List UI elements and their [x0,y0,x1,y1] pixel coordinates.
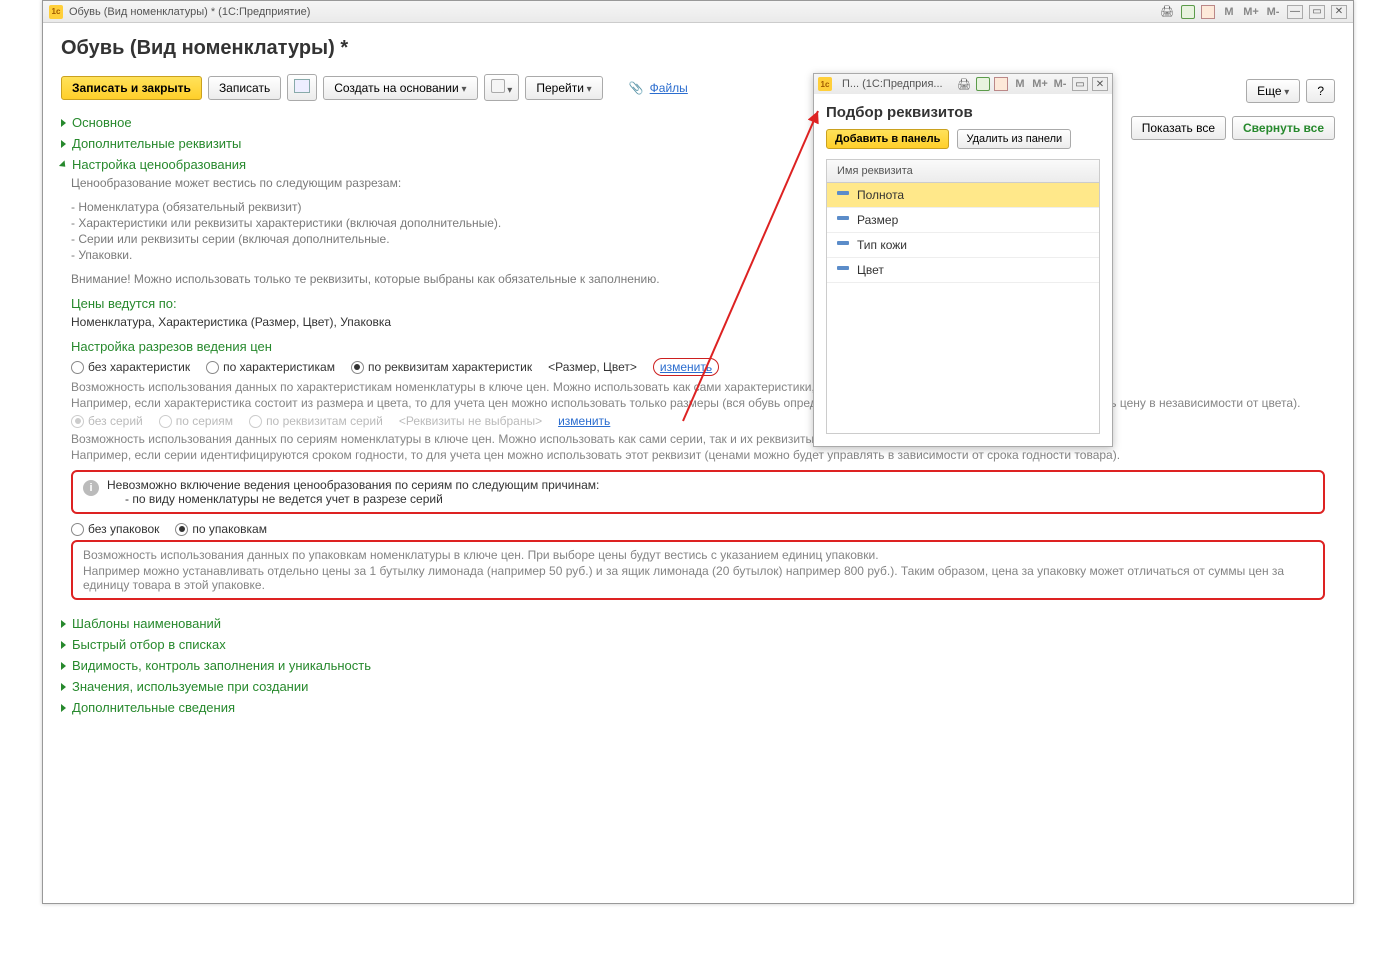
series-hint2: Например, если серии идентифицируются ср… [71,448,1335,462]
print-icon[interactable]: 🖨 [956,76,972,92]
collapse-all-button[interactable]: Свернуть все [1232,116,1335,140]
chevron-right-icon [61,662,66,670]
prices-by-value: Номенклатура, Характеристика (Размер, Цв… [71,315,1335,329]
window-title: Обувь (Вид номенклатуры) * (1С:Предприят… [69,6,310,18]
radio-by-char-attrs[interactable] [351,361,364,374]
chevron-right-icon [61,704,66,712]
chevron-down-icon [59,160,68,169]
write-button[interactable]: Записать [208,76,281,100]
calendar2-icon[interactable] [1201,5,1215,19]
pricing-warn: Внимание! Можно использовать только те р… [71,272,1335,286]
popup-close-btn[interactable]: ✕ [1092,77,1108,91]
write-close-button[interactable]: Записать и закрыть [61,76,202,100]
maximize-btn[interactable]: ▭ [1309,5,1325,19]
goto-button[interactable]: Перейти [525,76,602,100]
selected-series-attrs: <Реквизиты не выбраны> [399,414,542,428]
calendar2-icon[interactable] [994,77,1008,91]
pack-hint1: Возможность использования данных по упак… [83,548,1313,562]
section-quick-filter[interactable]: Быстрый отбор в списках [61,637,1335,652]
app-icon: 1c [818,77,832,91]
m-btn[interactable]: M [1221,4,1237,20]
chevron-right-icon [61,641,66,649]
radio-by-series-attrs [249,415,262,428]
structure-button[interactable] [484,74,520,101]
char-hint2: Например, если характеристика состоит из… [71,396,1335,410]
chevron-right-icon [61,683,66,691]
attach-icon: 📎 [629,81,644,95]
pricing-b2: - Характеристики или реквизиты характери… [71,216,1335,230]
dims-heading: Настройка разрезов ведения цен [71,339,1335,354]
radio-by-pack[interactable] [175,523,188,536]
table-row[interactable]: Полнота [827,183,1099,208]
series-hint1: Возможность использования данных по сери… [71,432,1335,446]
main-toolbar: Записать и закрыть Записать Создать на о… [61,74,1335,101]
chevron-right-icon [61,119,66,127]
popup-titlebar: 1c П... (1С:Предприя... 🖨 M M+ M- ▭ ✕ [814,74,1112,94]
char-hint1: Возможность использования данных по хара… [71,380,1335,394]
radio-no-series [71,415,84,428]
minimize-btn[interactable]: — [1287,5,1303,19]
attributes-popup: 1c П... (1С:Предприя... 🖨 M M+ M- ▭ ✕ По… [813,73,1113,447]
chevron-right-icon [61,620,66,628]
section-name-templates[interactable]: Шаблоны наименований [61,616,1335,631]
change-series-link[interactable]: изменить [558,414,610,428]
change-char-link[interactable]: изменить [660,360,712,374]
warn-line1: Невозможно включение ведения ценообразов… [107,478,599,492]
characteristics-radio-row: без характеристик по характеристикам по … [71,358,1335,376]
calendar-icon[interactable] [1181,5,1195,19]
pack-hint2: Например можно устанавливать отдельно це… [83,564,1313,592]
table-header: Имя реквизита [827,160,1099,183]
table-row[interactable]: Цвет [827,258,1099,283]
popup-maximize-btn[interactable]: ▭ [1072,77,1088,91]
pricing-b3: - Серии или реквизиты серии (включая доп… [71,232,1335,246]
app-icon: 1c [49,5,63,19]
series-radio-row: без серий по сериям по реквизитам серий … [71,414,1335,428]
table-row[interactable]: Тип кожи [827,233,1099,258]
pack-info-box: Возможность использования данных по упак… [71,540,1325,600]
calendar-icon[interactable] [976,77,990,91]
pricing-b4: - Упаковки. [71,248,1335,262]
more-button[interactable]: Еще [1246,79,1300,103]
print-icon[interactable]: 🖨 [1159,4,1175,20]
report-button[interactable] [287,74,317,101]
radio-by-char[interactable] [206,361,219,374]
close-btn[interactable]: ✕ [1331,5,1347,19]
page-title: Обувь (Вид номенклатуры) * [61,37,1335,60]
attributes-table: Имя реквизита Полнота Размер Тип кожи Цв… [826,159,1100,434]
popup-window-title: П... (1С:Предприя... [842,78,943,90]
pricing-b1: - Номенклатура (обязательный реквизит) [71,200,1335,214]
table-row[interactable]: Размер [827,208,1099,233]
link-icon [491,79,505,93]
remove-from-panel-button[interactable]: Удалить из панели [957,129,1071,149]
mminus-btn[interactable]: M- [1052,76,1068,92]
prices-by-heading: Цены ведутся по: [71,296,1335,311]
add-to-panel-button[interactable]: Добавить в панель [826,129,949,149]
series-warning-box: i Невозможно включение ведения ценообраз… [71,470,1325,514]
mplus-btn[interactable]: M+ [1243,4,1259,20]
files-link[interactable]: Файлы [650,81,688,95]
section-visibility[interactable]: Видимость, контроль заполнения и уникаль… [61,658,1335,673]
document-icon [294,79,310,93]
mminus-btn[interactable]: M- [1265,4,1281,20]
section-default-values[interactable]: Значения, используемые при создании [61,679,1335,694]
pricing-intro: Ценообразование может вестись по следующ… [71,176,1335,190]
pack-radio-row: без упаковок по упаковкам [71,522,1335,536]
create-on-basis-button[interactable]: Создать на основании [323,76,477,100]
info-icon: i [83,480,99,496]
chevron-right-icon [61,140,66,148]
selected-char-attrs: <Размер, Цвет> [548,360,637,374]
section-pricing[interactable]: Настройка ценообразования [61,157,1335,172]
help-button[interactable]: ? [1306,79,1335,103]
radio-no-char[interactable] [71,361,84,374]
section-extra-info[interactable]: Дополнительные сведения [61,700,1335,715]
mplus-btn[interactable]: M+ [1032,76,1048,92]
radio-by-series [159,415,172,428]
titlebar: 1c Обувь (Вид номенклатуры) * (1С:Предпр… [43,1,1353,23]
m-btn[interactable]: M [1012,76,1028,92]
warn-line2: - по виду номенклатуры не ведется учет в… [107,492,599,506]
show-all-button[interactable]: Показать все [1131,116,1226,140]
radio-no-pack[interactable] [71,523,84,536]
popup-title: Подбор реквизитов [814,94,1112,129]
